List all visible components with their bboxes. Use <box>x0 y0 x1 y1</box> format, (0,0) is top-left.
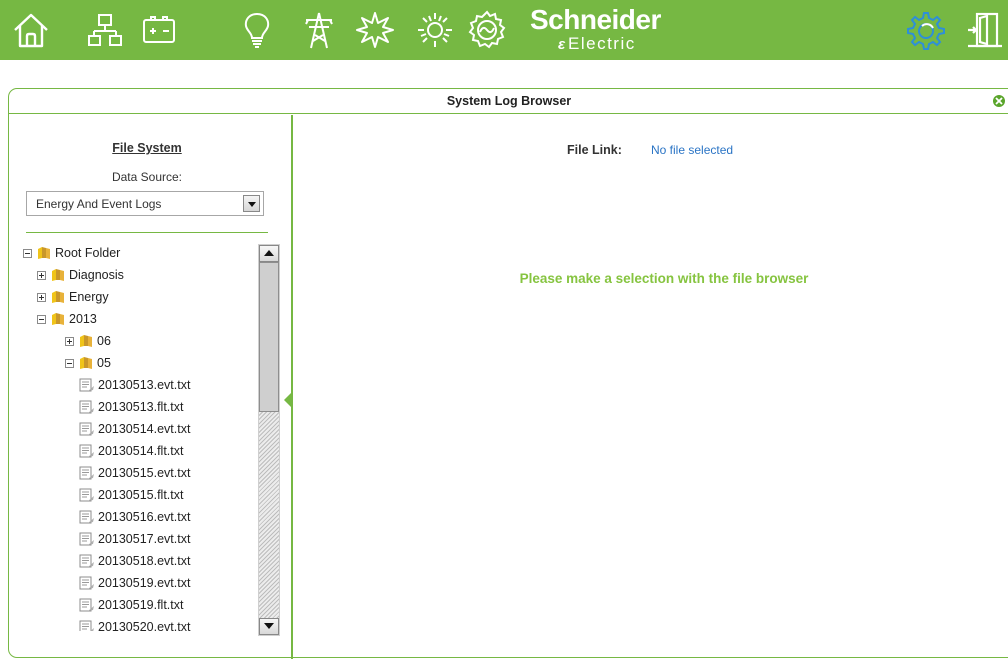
text-file-icon <box>79 576 94 589</box>
tree-label: 06 <box>97 334 111 348</box>
text-file-icon <box>79 444 94 457</box>
home-icon[interactable] <box>8 8 54 52</box>
panel-title: System Log Browser <box>9 89 1008 114</box>
tree-node-energy[interactable]: Energy <box>37 287 109 307</box>
collapse-pane-icon[interactable] <box>284 392 292 408</box>
tree-file[interactable]: 20130513.evt.txt <box>79 375 190 395</box>
settings-gear-icon[interactable] <box>902 8 948 52</box>
sun-icon[interactable] <box>412 8 458 52</box>
brand-mark: ɛ <box>558 36 566 53</box>
data-source-select[interactable]: Energy And Event Logs <box>26 191 264 216</box>
folder-icon <box>38 247 50 259</box>
file-name: 20130519.flt.txt <box>98 598 184 612</box>
file-name: 20130516.evt.txt <box>98 510 191 524</box>
tree-scrollbar[interactable] <box>258 244 280 636</box>
selection-prompt: Please make a selection with the file br… <box>519 271 809 286</box>
scroll-up-icon[interactable] <box>259 245 279 262</box>
tree-label: 2013 <box>69 312 97 326</box>
tower-icon[interactable] <box>296 8 342 52</box>
tree-node-root-folder[interactable]: Root Folder <box>23 243 120 263</box>
text-file-icon <box>79 422 94 435</box>
folder-icon <box>52 291 64 303</box>
tree-file[interactable]: 20130514.evt.txt <box>79 419 190 439</box>
text-file-icon <box>79 400 94 413</box>
file-link-label: File Link: <box>567 143 622 157</box>
tree-file[interactable]: 20130513.flt.txt <box>79 397 183 417</box>
file-name: 20130519.evt.txt <box>98 576 191 590</box>
text-file-icon <box>79 378 94 391</box>
battery-icon[interactable] <box>136 8 182 52</box>
folder-icon <box>80 357 92 369</box>
system-log-browser-panel: System Log Browser File System Data Sour… <box>8 88 1008 659</box>
data-source-label: Data Source: <box>111 170 183 184</box>
text-file-icon <box>79 532 94 545</box>
burst-icon[interactable] <box>352 8 398 52</box>
tree-file[interactable]: 20130515.flt.txt <box>79 485 183 505</box>
tree-file[interactable]: 20130518.evt.txt <box>79 551 190 571</box>
tree-node-05[interactable]: 05 <box>65 353 111 373</box>
tree-file[interactable]: 20130520.evt.txt <box>79 617 190 631</box>
tree-label: 05 <box>97 356 111 370</box>
logout-door-icon[interactable] <box>962 8 1008 52</box>
file-link-value[interactable]: No file selected <box>651 143 733 157</box>
file-system-pane: File System Data Source: Energy And Even… <box>9 115 293 659</box>
tree-file[interactable]: 20130515.evt.txt <box>79 463 190 483</box>
collapse-icon[interactable] <box>37 314 46 324</box>
text-file-icon <box>79 620 94 631</box>
lightbulb-icon[interactable] <box>234 8 280 52</box>
file-system-title: File System <box>112 141 182 155</box>
brand-subtitle: Electric <box>568 34 636 53</box>
divider <box>26 232 268 233</box>
tree-node-diagnosis[interactable]: Diagnosis <box>37 265 124 285</box>
file-name: 20130515.flt.txt <box>98 488 184 502</box>
scrollbar-thumb[interactable] <box>259 262 279 412</box>
tree-node-06[interactable]: 06 <box>65 331 111 351</box>
file-name: 20130513.evt.txt <box>98 378 191 392</box>
close-icon[interactable] <box>993 95 1005 107</box>
tree-file[interactable]: 20130519.evt.txt <box>79 573 190 593</box>
tree-label: Root Folder <box>55 246 121 260</box>
tree-node-2013[interactable]: 2013 <box>37 309 97 329</box>
file-name: 20130513.flt.txt <box>98 400 184 414</box>
brand-name: Schneider <box>530 4 661 35</box>
data-source-value: Energy And Event Logs <box>36 197 162 211</box>
text-file-icon <box>79 488 94 501</box>
text-file-icon <box>79 554 94 567</box>
tree-file[interactable]: 20130516.evt.txt <box>79 507 190 527</box>
expand-icon[interactable] <box>37 292 46 302</box>
collapse-icon[interactable] <box>23 248 32 258</box>
tree-label: Diagnosis <box>69 268 124 282</box>
tree-file[interactable]: 20130517.evt.txt <box>79 529 190 549</box>
text-file-icon <box>79 510 94 523</box>
collapse-icon[interactable] <box>65 358 74 368</box>
file-name: 20130514.flt.txt <box>98 444 184 458</box>
folder-icon <box>52 269 64 281</box>
file-name: 20130514.evt.txt <box>98 422 191 436</box>
chevron-down-icon[interactable] <box>243 195 260 212</box>
meter-icon[interactable] <box>464 8 510 52</box>
expand-icon[interactable] <box>37 270 46 280</box>
network-icon[interactable] <box>82 8 128 52</box>
tree-file[interactable]: 20130514.flt.txt <box>79 441 183 461</box>
top-navigation-bar: Schneider ɛ Electric <box>0 0 1008 60</box>
file-name: 20130515.evt.txt <box>98 466 191 480</box>
tree-label: Energy <box>69 290 109 304</box>
file-name: 20130518.evt.txt <box>98 554 191 568</box>
file-name: 20130520.evt.txt <box>98 620 191 631</box>
text-file-icon <box>79 466 94 479</box>
file-name: 20130517.evt.txt <box>98 532 191 546</box>
expand-icon[interactable] <box>65 336 74 346</box>
text-file-icon <box>79 598 94 611</box>
file-tree: Root Folder Diagnosis Energy 2013 06 05 … <box>9 243 255 631</box>
schneider-electric-logo: Schneider ɛ Electric <box>530 4 680 56</box>
tree-file[interactable]: 20130519.flt.txt <box>79 595 183 615</box>
scroll-down-icon[interactable] <box>259 618 279 635</box>
folder-icon <box>80 335 92 347</box>
folder-icon <box>52 313 64 325</box>
